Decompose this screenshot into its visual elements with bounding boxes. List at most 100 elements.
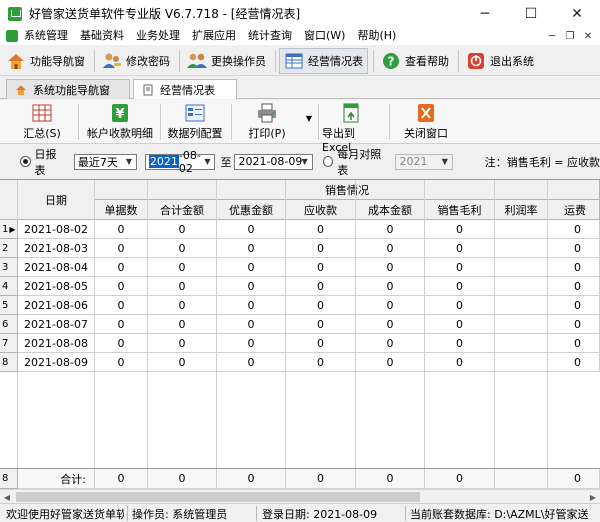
- column-config-button[interactable]: 数据列配置: [164, 103, 226, 142]
- cell-gross-profit[interactable]: 0: [425, 353, 495, 372]
- cell-date[interactable]: 2021-08-05: [18, 277, 95, 296]
- row-number[interactable]: 6: [0, 315, 18, 334]
- cell-total-amount[interactable]: 0: [148, 258, 217, 277]
- cell-profit-rate[interactable]: [495, 220, 548, 239]
- cell-receivable[interactable]: 0: [286, 334, 356, 353]
- menu-system[interactable]: 系统管理: [18, 27, 74, 45]
- cell-discount[interactable]: 0: [217, 277, 286, 296]
- mdi-restore-button[interactable]: ❐: [562, 29, 578, 43]
- monthly-year-select[interactable]: 2021 ▼: [395, 153, 453, 170]
- scroll-left-icon[interactable]: ◀: [0, 490, 14, 504]
- cell-total-amount[interactable]: 0: [148, 315, 217, 334]
- cell-cost[interactable]: 0: [356, 239, 425, 258]
- column-header-receivable[interactable]: 应收款: [286, 200, 356, 220]
- cell-profit-rate[interactable]: [495, 334, 548, 353]
- cell-date[interactable]: 2021-08-08: [18, 334, 95, 353]
- exit-system-button[interactable]: 退出系统: [462, 48, 538, 74]
- row-number[interactable]: 2: [0, 239, 18, 258]
- cell-doc-count[interactable]: 0: [95, 258, 148, 277]
- cell-discount[interactable]: 0: [217, 258, 286, 277]
- row-number[interactable]: 8: [0, 353, 18, 372]
- cell-cost[interactable]: 0: [356, 353, 425, 372]
- maximize-button[interactable]: ☐: [508, 0, 554, 27]
- menu-extensions[interactable]: 扩展应用: [186, 27, 242, 45]
- tab-business-report[interactable]: 经营情况表: [133, 79, 237, 99]
- cell-receivable[interactable]: 0: [286, 258, 356, 277]
- cell-profit-rate[interactable]: [495, 258, 548, 277]
- cell-doc-count[interactable]: 0: [95, 315, 148, 334]
- cell-profit-rate[interactable]: [495, 277, 548, 296]
- export-excel-button[interactable]: 导出到Excel: [322, 103, 380, 154]
- date-range-select[interactable]: 最近7天 ▼: [73, 153, 137, 170]
- cell-doc-count[interactable]: 0: [95, 334, 148, 353]
- menu-business[interactable]: 业务处理: [130, 27, 186, 45]
- mdi-close-button[interactable]: ✕: [580, 29, 596, 43]
- tab-navigation[interactable]: 系统功能导航窗: [6, 79, 130, 99]
- cell-profit-rate[interactable]: [495, 296, 548, 315]
- cell-cost[interactable]: 0: [356, 258, 425, 277]
- cell-cost[interactable]: 0: [356, 334, 425, 353]
- cell-profit-rate[interactable]: [495, 353, 548, 372]
- daily-report-radio[interactable]: [20, 156, 31, 167]
- cell-discount[interactable]: 0: [217, 296, 286, 315]
- column-header-cost[interactable]: 成本金额: [356, 200, 425, 220]
- cell-doc-count[interactable]: 0: [95, 353, 148, 372]
- cell-date[interactable]: 2021-08-04: [18, 258, 95, 277]
- cell-total-amount[interactable]: 0: [148, 220, 217, 239]
- cell-freight[interactable]: 0: [548, 220, 600, 239]
- column-header-total-amount[interactable]: 合计金额: [148, 200, 217, 220]
- cell-cost[interactable]: 0: [356, 315, 425, 334]
- cell-freight[interactable]: 0: [548, 277, 600, 296]
- end-date-picker[interactable]: 2021-08-09 ▼: [234, 153, 313, 170]
- cell-receivable[interactable]: 0: [286, 277, 356, 296]
- cell-profit-rate[interactable]: [495, 315, 548, 334]
- cell-gross-profit[interactable]: 0: [425, 315, 495, 334]
- start-date-picker[interactable]: 2021 -08-02 ▼: [144, 149, 216, 175]
- cell-freight[interactable]: 0: [548, 296, 600, 315]
- cell-profit-rate[interactable]: [495, 239, 548, 258]
- cell-gross-profit[interactable]: 0: [425, 258, 495, 277]
- cell-discount[interactable]: 0: [217, 239, 286, 258]
- cell-freight[interactable]: 0: [548, 315, 600, 334]
- cell-freight[interactable]: 0: [548, 334, 600, 353]
- cell-total-amount[interactable]: 0: [148, 239, 217, 258]
- cell-total-amount[interactable]: 0: [148, 353, 217, 372]
- change-operator-button[interactable]: 更换操作员: [183, 48, 270, 74]
- cell-doc-count[interactable]: 0: [95, 296, 148, 315]
- cell-date[interactable]: 2021-08-09: [18, 353, 95, 372]
- row-number[interactable]: 1 ▶: [0, 220, 18, 239]
- cell-discount[interactable]: 0: [217, 315, 286, 334]
- cell-gross-profit[interactable]: 0: [425, 334, 495, 353]
- cell-receivable[interactable]: 0: [286, 220, 356, 239]
- scrollbar-thumb[interactable]: [16, 492, 420, 502]
- scroll-right-icon[interactable]: ▶: [586, 490, 600, 504]
- cell-gross-profit[interactable]: 0: [425, 277, 495, 296]
- column-header-doc-count[interactable]: 单据数: [95, 200, 148, 220]
- view-help-button[interactable]: ? 查看帮助: [377, 48, 453, 74]
- cell-receivable[interactable]: 0: [286, 296, 356, 315]
- cell-cost[interactable]: 0: [356, 296, 425, 315]
- cell-gross-profit[interactable]: 0: [425, 239, 495, 258]
- menu-window[interactable]: 窗口(W): [298, 27, 351, 45]
- cell-receivable[interactable]: 0: [286, 239, 356, 258]
- print-dropdown-button[interactable]: ▼: [302, 114, 316, 128]
- cell-discount[interactable]: 0: [217, 334, 286, 353]
- cell-freight[interactable]: 0: [548, 239, 600, 258]
- cell-date[interactable]: 2021-08-02: [18, 220, 95, 239]
- cell-doc-count[interactable]: 0: [95, 220, 148, 239]
- cell-freight[interactable]: 0: [548, 353, 600, 372]
- horizontal-scrollbar[interactable]: ◀ ▶: [0, 489, 600, 503]
- print-button[interactable]: 打印(P): [246, 103, 288, 142]
- menu-help[interactable]: 帮助(H): [351, 27, 402, 45]
- change-password-button[interactable]: 修改密码: [98, 48, 174, 74]
- column-header-gross-profit[interactable]: 销售毛利: [425, 200, 495, 220]
- cell-total-amount[interactable]: 0: [148, 296, 217, 315]
- cell-discount[interactable]: 0: [217, 353, 286, 372]
- column-header-profit-rate[interactable]: 利润率: [495, 200, 548, 220]
- cell-date[interactable]: 2021-08-06: [18, 296, 95, 315]
- close-button[interactable]: ✕: [554, 0, 600, 27]
- column-header-freight[interactable]: 运费: [548, 200, 600, 220]
- cell-total-amount[interactable]: 0: [148, 277, 217, 296]
- row-number[interactable]: 5: [0, 296, 18, 315]
- cell-gross-profit[interactable]: 0: [425, 220, 495, 239]
